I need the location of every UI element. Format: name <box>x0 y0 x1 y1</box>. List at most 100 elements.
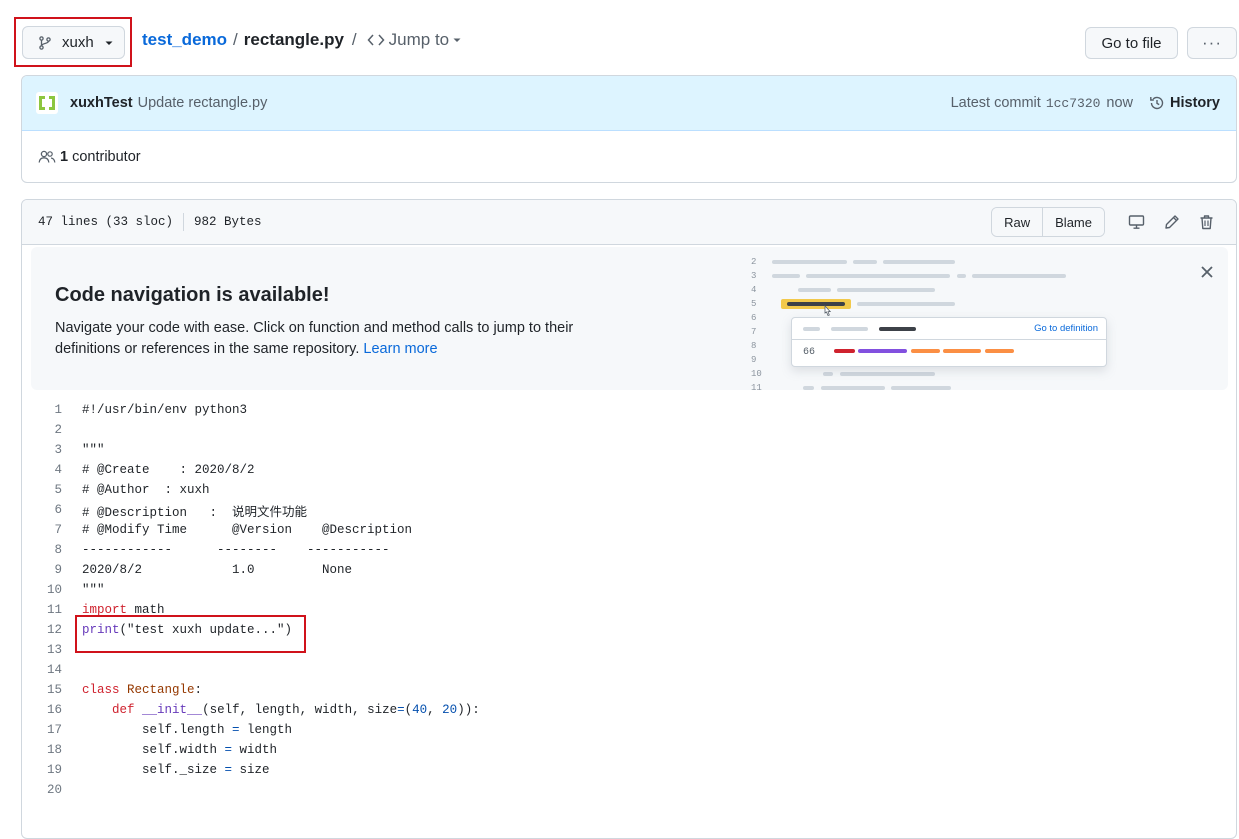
illustration-bar <box>831 327 868 331</box>
branch-selector-button[interactable]: xuxh <box>22 26 125 59</box>
jump-to-dropdown[interactable]: Jump to <box>363 30 466 50</box>
line-number[interactable]: 5 <box>22 483 62 497</box>
chevron-down-icon <box>105 41 113 45</box>
breadcrumb: test_demo / rectangle.py / Jump to <box>142 29 466 51</box>
line-number[interactable]: 11 <box>22 603 62 617</box>
line-number[interactable]: 8 <box>22 543 62 557</box>
file-viewer: 47 lines (33 sloc) 982 Bytes Raw Blame C… <box>21 199 1237 839</box>
breadcrumb-separator: / <box>233 30 238 49</box>
go-to-definition-link: Go to definition <box>1034 323 1098 334</box>
illustration-bar <box>803 327 820 331</box>
illustration-bar <box>803 386 814 390</box>
code-text: def __init__(self, length, width, size=(… <box>112 703 480 717</box>
illustration-bar <box>823 372 833 376</box>
more-options-button[interactable]: ··· <box>1187 27 1237 59</box>
illustration-bar <box>943 349 981 353</box>
banner-description: Navigate your code with ease. Click on f… <box>55 318 615 360</box>
code-line: 6 # @Description : 说明文件功能 <box>22 500 1236 520</box>
popup-header: Go to definition <box>792 318 1106 340</box>
commit-meta: Latest commit 1cc7320 now History <box>951 95 1220 111</box>
raw-button[interactable]: Raw <box>992 208 1043 236</box>
line-number[interactable]: 1 <box>22 403 62 417</box>
line-number[interactable]: 7 <box>22 523 62 537</box>
line-number[interactable]: 4 <box>22 463 62 477</box>
line-number[interactable]: 17 <box>22 723 62 737</box>
commit-info-box: xuxhTest Update rectangle.py Latest comm… <box>21 75 1237 183</box>
line-number[interactable]: 2 <box>22 423 62 437</box>
commit-author-link[interactable]: xuxhTest <box>70 95 133 111</box>
illustration-bar <box>798 288 831 292</box>
banner-description-text: Navigate your code with ease. Click on f… <box>55 320 574 357</box>
close-icon[interactable] <box>1199 264 1215 280</box>
breadcrumb-file: rectangle.py <box>243 30 344 49</box>
line-number[interactable]: 16 <box>22 703 62 717</box>
git-branch-icon <box>39 35 51 50</box>
contributors-row: 1 contributor <box>22 131 1236 182</box>
edit-button[interactable] <box>1154 214 1189 230</box>
code-line: 18 self.width = width <box>22 740 1236 760</box>
code-line: 3 """ <box>22 440 1236 460</box>
file-header: 47 lines (33 sloc) 982 Bytes Raw Blame <box>22 200 1236 245</box>
contributor-label[interactable]: contributor <box>72 149 141 165</box>
delete-button[interactable] <box>1189 214 1224 230</box>
code-line: 10 """ <box>22 580 1236 600</box>
illustration-bar <box>985 349 1014 353</box>
code-text: # @Create : 2020/8/2 <box>82 463 255 477</box>
illustration-bar <box>891 386 951 390</box>
desktop-button[interactable] <box>1119 214 1154 230</box>
banner-title: Code navigation is available! <box>55 284 330 306</box>
history-label: History <box>1170 95 1220 111</box>
avatar[interactable] <box>36 92 58 114</box>
file-topbar: xuxh test_demo / rectangle.py / Jump to … <box>0 0 1239 80</box>
illustration-line-number: 2 <box>751 257 757 267</box>
line-number[interactable]: 10 <box>22 583 62 597</box>
divider <box>183 213 185 231</box>
commit-sha-link[interactable]: 1cc7320 <box>1046 96 1101 111</box>
code-line: 2 <box>22 420 1236 440</box>
desktop-icon <box>1128 215 1145 229</box>
code-line: 19 self._size = size <box>22 760 1236 780</box>
pencil-icon <box>1164 215 1179 229</box>
illustration-bar <box>772 260 847 264</box>
line-number[interactable]: 15 <box>22 683 62 697</box>
line-number[interactable]: 6 <box>22 503 62 517</box>
illustration-bar <box>787 302 845 306</box>
code-text: #!/usr/bin/env python3 <box>82 403 248 417</box>
people-icon <box>38 150 56 163</box>
code-line: 4 # @Create : 2020/8/2 <box>22 460 1236 480</box>
line-number[interactable]: 12 <box>22 623 62 637</box>
code-line: 17 self.length = length <box>22 720 1236 740</box>
contributor-count[interactable]: 1 <box>60 149 68 165</box>
illustration-bar <box>834 349 855 353</box>
go-to-file-button[interactable]: Go to file <box>1085 27 1178 59</box>
breadcrumb-repo-link[interactable]: test_demo <box>142 30 227 50</box>
commit-time: now <box>1106 95 1134 111</box>
learn-more-link[interactable]: Learn more <box>363 341 437 357</box>
code-annotation-box <box>75 615 306 653</box>
illustration-line-number: 3 <box>751 271 757 281</box>
code-text: self.length = length <box>82 723 293 737</box>
code-icon <box>367 34 385 46</box>
line-number[interactable]: 13 <box>22 643 62 657</box>
cursor-icon <box>824 305 832 317</box>
code-line: 5 # @Author : xuxh <box>22 480 1236 500</box>
line-number[interactable]: 14 <box>22 663 62 677</box>
history-link[interactable]: History <box>1149 95 1220 111</box>
illustration-bar <box>879 327 916 331</box>
jump-to-label: Jump to <box>388 30 450 49</box>
line-number[interactable]: 18 <box>22 743 62 757</box>
illustration-bar <box>853 260 877 264</box>
line-number[interactable]: 20 <box>22 783 62 797</box>
illustration-line-number: 8 <box>751 341 757 351</box>
code-line: 1 #!/usr/bin/env python3 <box>22 400 1236 420</box>
blame-button[interactable]: Blame <box>1042 208 1104 236</box>
code-line: 16 def __init__(self, length, width, siz… <box>22 700 1236 720</box>
code-line: 7 # @Modify Time @Version @Description <box>22 520 1236 540</box>
code-line: 14 <box>22 660 1236 680</box>
illustration-bar <box>858 349 907 353</box>
file-size: 982 Bytes <box>194 215 262 229</box>
line-number[interactable]: 3 <box>22 443 62 457</box>
line-number[interactable]: 19 <box>22 763 62 777</box>
commit-message-link[interactable]: Update rectangle.py <box>138 95 268 111</box>
line-number[interactable]: 9 <box>22 563 62 577</box>
